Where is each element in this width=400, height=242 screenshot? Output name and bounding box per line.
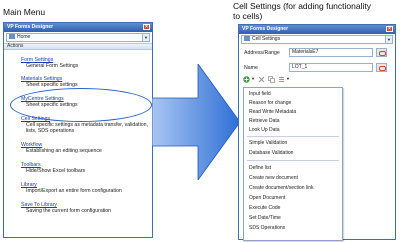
- menu-item-description: General Form Settings: [26, 63, 79, 69]
- view-selector[interactable]: Home ▼: [6, 33, 150, 42]
- menu-item-description: Saving the current form configuration: [26, 208, 112, 214]
- home-icon: [9, 34, 15, 40]
- copy-icon[interactable]: [268, 76, 275, 83]
- close-icon[interactable]: ×: [143, 24, 150, 30]
- menu-item-create-document-section-link[interactable]: Create document/section link: [249, 185, 313, 191]
- address-row: Address/Range MaterialsE7: [239, 47, 395, 59]
- chevron-down-icon[interactable]: ▼: [251, 76, 255, 81]
- menu-item-simple-validation[interactable]: Simple Validation: [249, 140, 287, 146]
- cell-settings-window: VP Forms Designer × Cell Settings ▼ Addr…: [238, 24, 396, 241]
- menu-item-description: Hide/Show Excel toolbars: [26, 168, 86, 174]
- menu-item-workflow: Workflow Establishing an editing sequenc…: [21, 142, 102, 154]
- add-action-dropdown: Input field Reason for change Read Write…: [243, 87, 343, 241]
- menu-item-library: Library Import/Export an entire form con…: [21, 182, 122, 194]
- view-selector-value: Home: [17, 34, 31, 40]
- actions-toolbar: ▼ ▼: [239, 75, 395, 84]
- add-icon[interactable]: [243, 76, 250, 83]
- address-field[interactable]: MaterialsE7: [289, 48, 373, 57]
- name-field[interactable]: LOT_1: [289, 63, 373, 72]
- name-label: Name: [244, 65, 258, 71]
- menu-separator: [247, 136, 339, 137]
- menu-item-materials-settings: Materials Settings Sheet specific settin…: [21, 76, 78, 88]
- menu-item-open-document[interactable]: Open Document: [249, 195, 285, 201]
- menu-item-description-continued: lists, SDS operations: [26, 128, 75, 134]
- main-menu-window: VP Forms Designer × Home ▼ Actions Form …: [3, 22, 153, 238]
- delete-icon[interactable]: [258, 76, 265, 83]
- menu-item-save-to-library: Save To Library Saving the current form …: [21, 202, 111, 214]
- menu-item-retrieve-data[interactable]: Retrieve Data: [249, 118, 280, 124]
- menu-item-form-settings: Form Settings General Form Settings: [21, 57, 78, 69]
- menu-item-look-up-data[interactable]: Look Up Data: [249, 127, 280, 133]
- menu-item-description: Import/Export an entire form configurati…: [26, 188, 122, 194]
- menu-item-read-write-metadata[interactable]: Read Write Metadata: [249, 109, 296, 115]
- cell-settings-titlebar: VP Forms Designer ×: [239, 25, 395, 34]
- cell-settings-window-title: VP Forms Designer: [242, 26, 289, 32]
- main-menu-caption: Main Menu: [3, 7, 46, 17]
- menu-item-input-field[interactable]: Input field: [249, 91, 271, 97]
- menu-item-set-date-time[interactable]: Set Date/Time: [249, 215, 281, 221]
- menu-item-description: Sheet specific settings: [26, 82, 78, 88]
- actions-section-header: Actions: [4, 43, 152, 50]
- chevron-down-icon[interactable]: ▼: [142, 34, 149, 41]
- menu-item-execute-code[interactable]: Execute Code: [249, 205, 280, 211]
- menu-item-create-new-document[interactable]: Create new document: [249, 175, 298, 181]
- view-selector[interactable]: Cell Settings ▼: [241, 35, 393, 44]
- menu-item-reason-for-change[interactable]: Reason for change: [249, 100, 291, 106]
- address-label: Address/Range: [244, 50, 280, 56]
- close-icon[interactable]: ×: [386, 26, 393, 32]
- name-row: Name LOT_1: [239, 62, 395, 74]
- menu-item-description: Establishing an editing sequence: [26, 148, 102, 154]
- big-arrow-icon: [152, 64, 240, 180]
- list-icon[interactable]: [278, 76, 285, 83]
- menu-item-database-validation[interactable]: Database Validation: [249, 150, 293, 156]
- chevron-down-icon[interactable]: ▼: [286, 76, 290, 81]
- menu-item-define-list[interactable]: Define list: [249, 165, 271, 171]
- cell-settings-caption: Cell Settings (for adding functionality …: [233, 1, 371, 22]
- cell-settings-caption-line-2: to cells): [233, 10, 263, 21]
- menu-item-sds-operations[interactable]: SDS Operations: [249, 225, 285, 231]
- view-selector-value: Cell Settings: [252, 36, 281, 42]
- name-picker-button[interactable]: [376, 63, 387, 72]
- main-menu-titlebar: VP Forms Designer ×: [4, 23, 152, 32]
- cell-settings-icon: [244, 36, 250, 42]
- chevron-down-icon[interactable]: ▼: [385, 36, 392, 43]
- main-menu-title: VP Forms Designer: [7, 24, 54, 30]
- menu-separator: [247, 160, 339, 161]
- range-picker-button[interactable]: [376, 48, 387, 57]
- menu-item-toolbars: Toolbars Hide/Show Excel toolbars: [21, 162, 85, 174]
- cell-settings-highlight-ellipse: [10, 88, 152, 122]
